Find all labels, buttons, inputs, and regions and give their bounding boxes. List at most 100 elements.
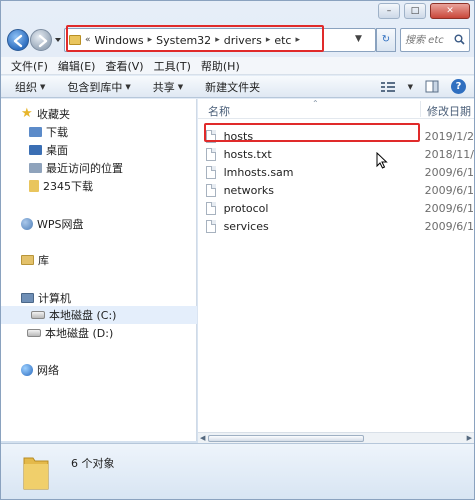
nav-downloads-label: 下载 — [46, 126, 68, 139]
details-pane: 6 个对象 — [1, 443, 474, 499]
network-icon — [21, 364, 33, 376]
file-row-hosts[interactable]: hosts 2019/1/2 — [206, 127, 474, 145]
nav-favorites[interactable]: ★ 收藏夹 — [21, 105, 70, 123]
nav-network[interactable]: 网络 — [21, 361, 59, 379]
maximize-button[interactable]: □ — [404, 3, 426, 19]
menu-tools[interactable]: 工具(T) — [154, 58, 191, 74]
file-row-services[interactable]: services 2009/6/1 — [206, 217, 474, 235]
back-button[interactable] — [7, 29, 29, 51]
chevron-right-icon[interactable]: ▸ — [148, 35, 153, 45]
file-row-lmhosts[interactable]: lmhosts.sam 2009/6/1 — [206, 163, 474, 181]
refresh-button[interactable]: ↻ — [376, 28, 396, 52]
crumb-etc[interactable]: etc — [274, 34, 291, 47]
menu-help[interactable]: 帮助(H) — [201, 58, 240, 74]
view-dropdown-icon[interactable]: ▼ — [408, 83, 413, 91]
desktop-icon — [29, 145, 42, 155]
address-dropdown-icon[interactable]: ▼ — [355, 34, 362, 44]
file-icon — [206, 183, 216, 197]
file-name: services — [223, 219, 269, 233]
nav-disk-d-label: 本地磁盘 (D:) — [45, 327, 114, 340]
crumb-system32[interactable]: System32 — [156, 34, 211, 47]
nav-2345-downloads[interactable]: 2345下载 — [29, 177, 93, 195]
search-input[interactable] — [405, 30, 457, 50]
file-date: 2018/11/ — [424, 147, 474, 161]
file-date: 2019/1/2 — [424, 129, 474, 143]
arrow-right-icon — [38, 34, 48, 48]
file-icon — [206, 165, 216, 179]
nav-disk-c[interactable]: 本地磁盘 (C:) — [1, 306, 197, 324]
nav-desktop[interactable]: 桌面 — [29, 141, 68, 159]
file-list: ⌃ 名称 修改日期 hosts 2019/1/2 hosts.txt 2018/… — [198, 99, 474, 441]
menu-file[interactable]: 文件(F) — [11, 58, 48, 74]
menu-edit[interactable]: 编辑(E) — [58, 58, 96, 74]
file-icon — [206, 201, 216, 215]
crumb-drivers[interactable]: drivers — [224, 34, 262, 47]
scrollbar-thumb[interactable] — [208, 435, 364, 442]
horizontal-scrollbar[interactable]: ◀ ▶ — [198, 432, 474, 443]
nav-disk-c-label: 本地磁盘 (C:) — [49, 309, 117, 322]
file-row-networks[interactable]: networks 2009/6/1 — [206, 181, 474, 199]
scroll-left-icon[interactable]: ◀ — [200, 434, 205, 442]
close-icon: ✕ — [446, 6, 454, 16]
nav-wps-label: WPS网盘 — [37, 218, 84, 231]
file-icon — [206, 147, 216, 161]
file-row-hosts-txt[interactable]: hosts.txt 2018/11/ — [206, 145, 474, 163]
share-button[interactable]: 共享 ▼ — [153, 79, 183, 95]
search-box[interactable] — [400, 28, 470, 52]
nav-desktop-label: 桌面 — [46, 144, 68, 157]
scroll-right-icon[interactable]: ▶ — [467, 434, 472, 442]
help-icon[interactable]: ? — [451, 79, 466, 94]
file-row-protocol[interactable]: protocol 2009/6/1 — [206, 199, 474, 217]
organize-label: 组织 — [15, 80, 37, 94]
recent-pages-dropdown-icon[interactable] — [54, 36, 62, 44]
crumb-windows[interactable]: Windows — [95, 34, 144, 47]
nav-computer[interactable]: 计算机 — [21, 289, 71, 307]
file-icon — [206, 129, 216, 143]
column-name[interactable]: 名称 — [208, 103, 230, 119]
chevron-down-icon: ▼ — [177, 82, 184, 91]
address-bar[interactable]: « Windows ▸ System32 ▸ drivers ▸ etc ▸ — [64, 28, 376, 52]
window-controls: – □ ✕ — [378, 3, 470, 19]
organize-button[interactable]: 组织 ▼ — [15, 79, 45, 95]
nav-favorites-label: 收藏夹 — [37, 108, 70, 121]
column-divider[interactable] — [420, 101, 421, 117]
view-options-icon[interactable] — [380, 81, 396, 93]
nav-network-label: 网络 — [37, 364, 59, 377]
title-row: « Windows ▸ System32 ▸ drivers ▸ etc ▸ ▼… — [1, 1, 474, 57]
column-date-modified[interactable]: 修改日期 — [427, 103, 471, 119]
address-overflow[interactable]: « — [85, 35, 91, 45]
chevron-right-icon[interactable]: ▸ — [215, 35, 220, 45]
search-icon[interactable] — [454, 34, 465, 45]
drive-icon — [27, 329, 41, 337]
new-folder-button[interactable]: 新建文件夹 — [205, 79, 260, 95]
share-label: 共享 — [152, 80, 175, 94]
folder-icon — [23, 457, 49, 490]
include-library-button[interactable]: 包含到库中 ▼ — [67, 79, 130, 95]
minimize-button[interactable]: – — [378, 3, 400, 19]
nav-recent[interactable]: 最近访问的位置 — [29, 159, 123, 177]
file-name: lmhosts.sam — [223, 165, 294, 179]
nav-libraries[interactable]: 库 — [21, 251, 49, 269]
mouse-cursor-icon — [376, 152, 388, 169]
refresh-icon: ↻ — [381, 34, 391, 45]
menu-view[interactable]: 查看(V) — [105, 58, 143, 74]
chevron-down-icon: ▼ — [125, 82, 131, 91]
navigation-pane: ★ 收藏夹 下载 桌面 最近访问的位置 2345下载 WPS网盘 库 计算机 本… — [1, 99, 197, 441]
chevron-right-icon[interactable]: ▸ — [295, 35, 300, 45]
nav-wps-drive[interactable]: WPS网盘 — [21, 215, 84, 233]
nav-recent-label: 最近访问的位置 — [46, 162, 123, 175]
preview-pane-icon[interactable] — [425, 80, 439, 93]
nav-disk-d[interactable]: 本地磁盘 (D:) — [27, 324, 113, 342]
file-date: 2009/6/1 — [424, 201, 474, 215]
nav-computer-label: 计算机 — [38, 292, 71, 305]
file-name: protocol — [223, 201, 269, 215]
library-icon — [21, 255, 34, 265]
nav-2345-label: 2345下载 — [43, 180, 93, 193]
nav-downloads[interactable]: 下载 — [29, 123, 68, 141]
arrow-left-icon — [13, 34, 23, 48]
close-button[interactable]: ✕ — [430, 3, 470, 19]
forward-button[interactable] — [30, 29, 52, 51]
chevron-right-icon[interactable]: ▸ — [266, 35, 271, 45]
menu-bar: 文件(F) 编辑(E) 查看(V) 工具(T) 帮助(H) — [1, 57, 474, 75]
command-bar: 组织 ▼ 包含到库中 ▼ 共享 ▼ 新建文件夹 ▼ ? — [1, 76, 474, 98]
